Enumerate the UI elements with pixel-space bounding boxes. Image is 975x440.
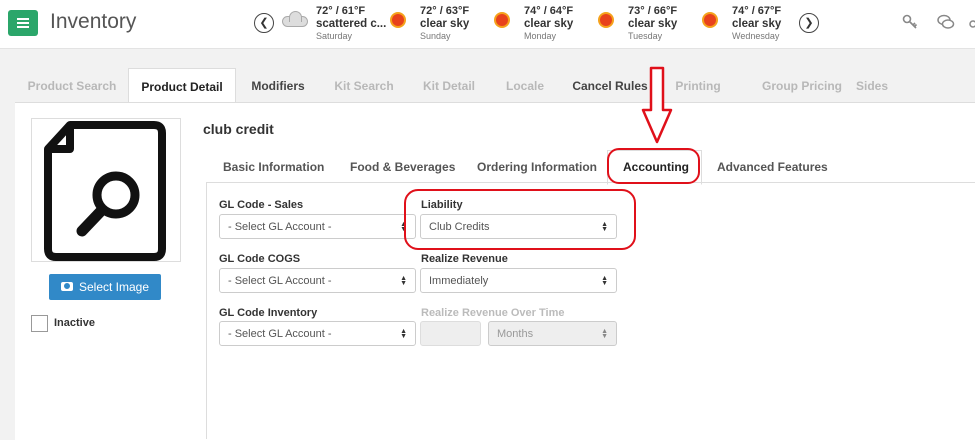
weather-day-name: Sunday — [420, 31, 451, 41]
subtab-food-beverages[interactable]: Food & Beverages — [350, 160, 455, 174]
weather-condition: clear sky — [524, 18, 574, 30]
sun-icon — [490, 11, 516, 31]
gl-cogs-select[interactable]: - Select GL Account - ▲ ▼ — [219, 268, 416, 293]
main-tabs: Product Search Product Detail Modifiers … — [15, 68, 975, 103]
weather-day: 73° / 66°F clear sky Tuesday — [594, 5, 684, 43]
weather-temp: 74° / 64°F — [524, 5, 574, 17]
accounting-tab-highlight — [607, 148, 700, 184]
tab-modifiers[interactable]: Modifiers — [240, 68, 316, 102]
weather-temp: 74° / 67°F — [732, 5, 782, 17]
weather-temp: 73° / 66°F — [628, 5, 678, 17]
tab-kit-detail[interactable]: Kit Detail — [413, 68, 485, 102]
product-image-placeholder — [31, 118, 181, 262]
more-icon[interactable] — [968, 16, 975, 32]
gl-inventory-value: - Select GL Account - — [228, 328, 332, 340]
gl-cogs-value: - Select GL Account - — [228, 275, 332, 287]
weather-temp: 72° / 63°F — [420, 5, 470, 17]
weather-next-icon[interactable]: ❯ — [799, 13, 819, 33]
gl-sales-select[interactable]: - Select GL Account - ▲ ▼ — [219, 214, 416, 239]
file-search-icon — [44, 121, 166, 261]
gl-sales-label: GL Code - Sales — [219, 199, 304, 211]
weather-day: 72° / 63°F clear sky Sunday — [386, 5, 476, 43]
sun-icon — [594, 11, 620, 31]
liability-highlight — [404, 189, 636, 250]
gl-cogs-label: GL Code COGS — [219, 253, 301, 265]
select-arrows-icon: ▲ ▼ — [400, 328, 407, 340]
key-icon[interactable] — [902, 14, 918, 33]
tab-sides[interactable]: Sides — [855, 68, 889, 102]
camera-icon — [60, 282, 73, 292]
subtab-ordering-information[interactable]: Ordering Information — [477, 160, 597, 174]
chat-icon[interactable] — [937, 14, 955, 33]
weather-day-name: Wednesday — [732, 31, 780, 41]
realize-over-time-input[interactable] — [420, 321, 481, 346]
select-arrows-icon: ▲ ▼ — [601, 328, 608, 340]
tab-product-detail[interactable]: Product Detail — [128, 68, 236, 103]
subtab-advanced-features[interactable]: Advanced Features — [717, 160, 828, 174]
tab-locale[interactable]: Locale — [501, 68, 549, 102]
realize-revenue-value: Immediately — [429, 275, 489, 287]
weather-condition: scattered c... — [316, 18, 387, 30]
weather-day-name: Tuesday — [628, 31, 663, 41]
tab-product-search[interactable]: Product Search — [17, 68, 127, 102]
weather-prev-icon[interactable]: ❮ — [254, 13, 274, 33]
tab-group-pricing[interactable]: Group Pricing — [747, 68, 857, 102]
select-arrows-icon: ▲ ▼ — [601, 275, 608, 287]
weather-day-name: Saturday — [316, 31, 353, 41]
select-image-button[interactable]: Select Image — [49, 274, 161, 300]
realize-over-time-unit-select[interactable]: Months ▲ ▼ — [488, 321, 617, 346]
inactive-label: Inactive — [54, 317, 95, 329]
app-title: Inventory — [50, 10, 137, 33]
weather-temp: 72° / 61°F — [316, 5, 366, 17]
gl-inventory-select[interactable]: - Select GL Account - ▲ ▼ — [219, 321, 416, 346]
subtab-basic-information[interactable]: Basic Information — [223, 160, 324, 174]
tab-cancel-rules[interactable]: Cancel Rules — [570, 68, 650, 102]
form-divider — [206, 183, 207, 439]
weather-day: 74° / 67°F clear sky Wednesday — [698, 5, 788, 43]
realize-over-time-label: Realize Revenue Over Time — [421, 307, 565, 319]
cloud-icon — [282, 11, 308, 31]
weather-day: 74° / 64°F clear sky Monday — [490, 5, 580, 43]
select-image-label: Select Image — [78, 280, 150, 294]
tab-printing[interactable]: Printing — [671, 68, 725, 102]
weather-condition: clear sky — [628, 18, 678, 30]
inactive-checkbox[interactable] — [31, 315, 48, 332]
gl-inventory-label: GL Code Inventory — [219, 307, 318, 319]
select-arrows-icon: ▲ ▼ — [400, 275, 407, 287]
item-title: club credit — [203, 121, 274, 137]
menu-icon[interactable] — [8, 10, 38, 36]
tab-kit-search[interactable]: Kit Search — [326, 68, 402, 102]
top-bar: Inventory ❮ 72° / 61°F scattered c... Sa… — [0, 0, 975, 49]
weather-day: 72° / 61°F scattered c... Saturday — [282, 5, 386, 43]
realize-revenue-select[interactable]: Immediately ▲ ▼ — [420, 268, 617, 293]
weather-condition: clear sky — [732, 18, 782, 30]
weather-condition: clear sky — [420, 18, 470, 30]
gl-sales-value: - Select GL Account - — [228, 221, 332, 233]
realize-over-time-unit-value: Months — [497, 328, 534, 340]
sun-icon — [386, 11, 412, 31]
subtab-divider — [206, 182, 975, 183]
weather-day-name: Monday — [524, 31, 557, 41]
sun-icon — [698, 11, 724, 31]
annotation-arrow-icon — [641, 66, 673, 144]
realize-revenue-label: Realize Revenue — [421, 253, 508, 265]
